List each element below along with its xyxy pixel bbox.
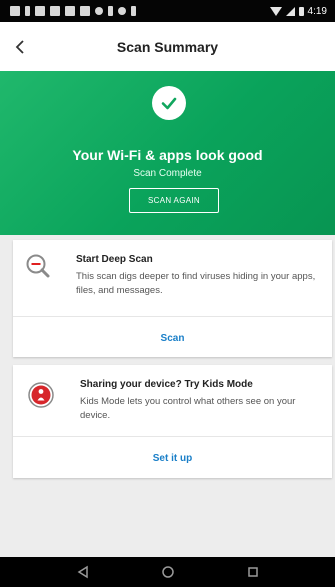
clipboard-icon xyxy=(108,6,113,16)
battery-icon xyxy=(298,6,304,16)
signal-icon xyxy=(285,6,295,16)
dot-icon xyxy=(95,7,103,15)
kids-mode-icon xyxy=(28,382,54,408)
status-time: 4:19 xyxy=(307,5,327,17)
notification-icon xyxy=(25,6,30,16)
kids-mode-card: Sharing your device? Try Kids Mode Kids … xyxy=(13,365,332,478)
notification-icons xyxy=(10,6,136,16)
wifi-icon xyxy=(269,6,282,16)
back-arrow-icon xyxy=(15,39,24,54)
card-title: Start Deep Scan xyxy=(76,254,153,265)
home-circle-icon[interactable] xyxy=(161,565,175,579)
set-it-up-button[interactable]: Set it up xyxy=(13,453,332,464)
scan-again-button[interactable]: SCAN AGAIN xyxy=(129,188,219,213)
card-title: Sharing your device? Try Kids Mode xyxy=(80,379,253,390)
deep-scan-card: Start Deep Scan This scan digs deeper to… xyxy=(13,240,332,357)
checkmark-icon xyxy=(152,86,186,120)
card-description: This scan digs deeper to find viruses hi… xyxy=(76,271,316,296)
status-bar: 4:19 xyxy=(0,0,335,22)
shield-icon xyxy=(65,6,75,16)
magnifier-scan-icon xyxy=(26,254,50,278)
download-icon xyxy=(131,6,136,16)
scan-button[interactable]: Scan xyxy=(13,333,332,344)
status-indicators: 4:19 xyxy=(269,5,327,17)
back-triangle-icon[interactable] xyxy=(76,565,90,579)
notification-icon xyxy=(10,6,20,16)
app-bar: Scan Summary xyxy=(0,22,335,71)
dot-icon xyxy=(118,7,126,15)
card-divider xyxy=(13,316,332,317)
page-title: Scan Summary xyxy=(116,38,219,55)
card-description: Kids Mode lets you control what others s… xyxy=(80,396,296,421)
mail-icon xyxy=(35,6,45,16)
mail-icon xyxy=(50,6,60,16)
scan-result-banner: Your Wi-Fi & apps look good Scan Complet… xyxy=(0,71,335,235)
shield-icon xyxy=(80,6,90,16)
back-button[interactable] xyxy=(0,22,40,71)
card-divider xyxy=(13,436,332,437)
result-subtitle: Scan Complete xyxy=(133,168,202,179)
system-nav-bar xyxy=(0,557,335,587)
result-title: Your Wi-Fi & apps look good xyxy=(72,147,263,163)
recents-square-icon[interactable] xyxy=(246,565,260,579)
